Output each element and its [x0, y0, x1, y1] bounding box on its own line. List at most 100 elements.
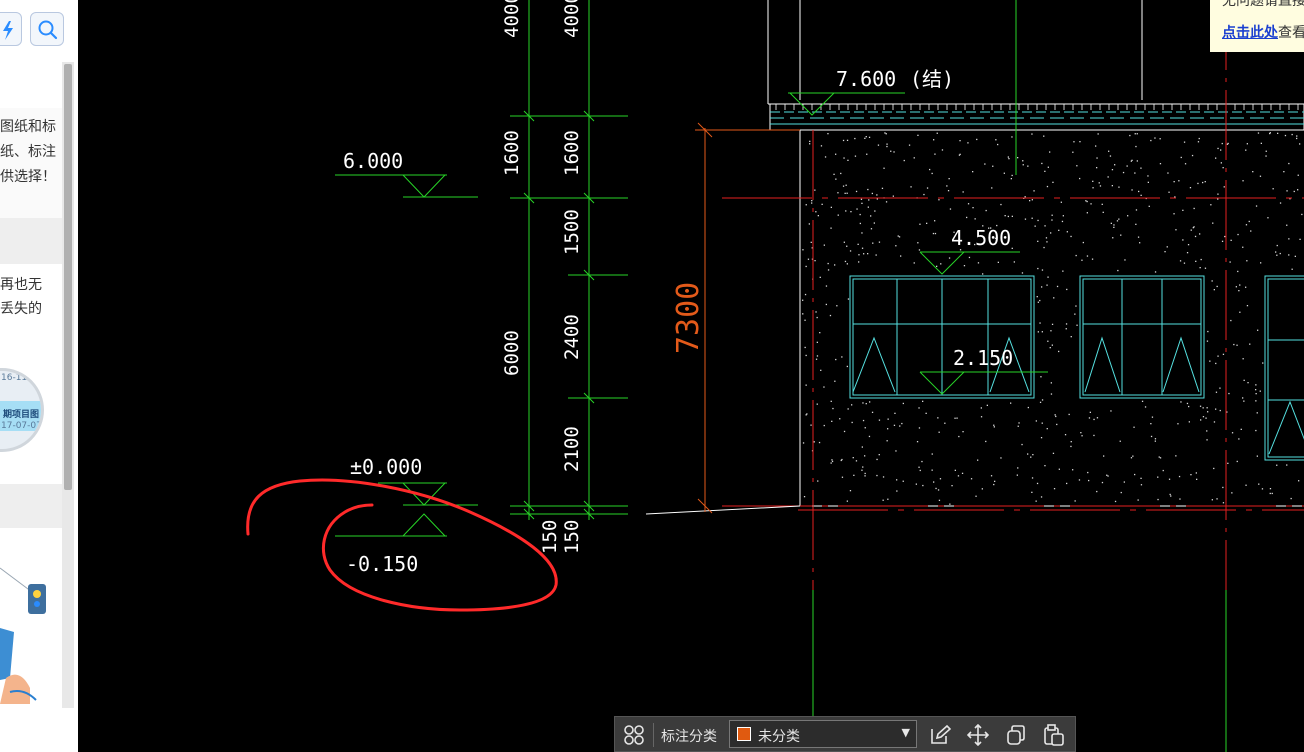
- notice-box: 无问题请直接 点击此处查看: [1210, 0, 1304, 52]
- hatch-dot: [1022, 160, 1024, 162]
- move-icon[interactable]: [967, 724, 989, 746]
- hatch-dot: [1024, 196, 1026, 198]
- hatch-dot: [850, 211, 852, 213]
- window-3: [1264, 275, 1304, 461]
- hatch-dot: [1041, 331, 1043, 333]
- hatch-dot: [944, 422, 946, 424]
- notice-link[interactable]: 点击此处: [1222, 25, 1278, 41]
- hatch-dot: [837, 192, 839, 194]
- hatch-dot: [1139, 242, 1141, 244]
- hatch-dot: [959, 153, 961, 155]
- search-button[interactable]: [30, 12, 64, 46]
- annotation-toolbar: 标注分类 未分类 ▼: [614, 716, 1076, 752]
- hatch-dot: [1092, 187, 1094, 189]
- hatch-dot: [1035, 500, 1037, 502]
- hatch-dot: [876, 194, 878, 196]
- refresh-button[interactable]: [0, 12, 22, 46]
- hatch-dot: [832, 407, 834, 410]
- dim-text: 1600: [501, 130, 523, 176]
- hatch-dot: [813, 441, 815, 443]
- dim-text: 4000: [561, 0, 583, 38]
- hatch-dot: [1243, 379, 1245, 381]
- hatch-dot: [938, 431, 940, 433]
- level-ground-text: ±0.000: [350, 455, 422, 479]
- hatch-dot: [1074, 500, 1076, 502]
- hatch-dot: [1228, 392, 1230, 395]
- hatch-dot: [820, 369, 822, 371]
- category-dropdown[interactable]: 未分类 ▼: [729, 720, 917, 748]
- hatch-dot: [1044, 465, 1046, 467]
- hatch-dot: [916, 441, 919, 443]
- hatch-dot: [1200, 258, 1202, 261]
- hatch-dot: [862, 466, 864, 468]
- hatch-dot: [1016, 474, 1018, 476]
- hatch-dot: [1032, 454, 1034, 456]
- hatch-dot: [1168, 191, 1170, 193]
- hatch-dot: [1275, 251, 1277, 253]
- edit-icon[interactable]: [929, 724, 951, 746]
- tip-text-line: 再也无: [0, 277, 42, 293]
- hatch-dot: [821, 203, 823, 205]
- level-4500-text: 4.500: [951, 226, 1011, 250]
- hatch-dot: [1039, 322, 1041, 324]
- hatch-dot: [1140, 484, 1143, 486]
- hatch-dot: [1049, 151, 1051, 153]
- hatch-dot: [993, 424, 995, 426]
- hatch-dot: [1205, 417, 1207, 419]
- tip-card-1[interactable]: 图纸和标 纸、标注 供选择！: [0, 108, 62, 218]
- hatch-dot: [1173, 213, 1175, 215]
- hatch-dot: [859, 213, 861, 216]
- hatch-dot: [993, 483, 995, 486]
- hatch-dot: [1183, 141, 1186, 143]
- hatch-dot: [1226, 143, 1229, 145]
- hatch-dot: [1296, 137, 1298, 140]
- hatch-dot: [876, 474, 878, 477]
- level-roof-note: (结): [910, 67, 954, 91]
- hatch-dot: [910, 186, 912, 188]
- hatch-dot: [1279, 252, 1281, 255]
- hatch-dot: [818, 441, 821, 444]
- hatch-dot: [1079, 177, 1081, 180]
- hatch-dot: [1259, 390, 1261, 392]
- hatch-dot: [814, 260, 816, 262]
- hatch-dot: [972, 171, 974, 173]
- tip-card-2[interactable]: 再也无 丢失的 16-11 期项目图 17-07-07: [0, 264, 62, 484]
- hatch-dot: [843, 241, 845, 243]
- hatch-dot: [991, 187, 993, 189]
- hatch-dot: [1255, 400, 1257, 402]
- hatch-dot: [890, 150, 892, 152]
- hatch-dot: [1298, 480, 1300, 482]
- hatch-dot: [1204, 267, 1207, 269]
- hatch-dot: [1136, 160, 1138, 162]
- hatch-dot: [819, 276, 821, 278]
- cad-drawing-canvas[interactable]: 7.600 (结) 6.000 4.500 2.150 ±0.000 -0.15…: [78, 0, 1304, 752]
- hatch-dot: [1124, 259, 1126, 261]
- paste-icon[interactable]: [1043, 724, 1065, 746]
- hatch-dot: [858, 261, 860, 263]
- hatch-dot: [894, 412, 896, 414]
- hatch-dot: [1070, 336, 1072, 338]
- hatch-dot: [1236, 344, 1238, 346]
- hatch-dot: [1222, 167, 1224, 169]
- hatch-dot: [1065, 328, 1067, 330]
- hatch-dot: [1158, 456, 1160, 458]
- hatch-dot: [1096, 157, 1098, 159]
- overall-dimension: [695, 122, 800, 514]
- copy-icon[interactable]: [1005, 724, 1027, 746]
- hatch-dot: [1034, 225, 1036, 227]
- hatch-dot: [885, 133, 887, 135]
- hatch-dot: [1237, 270, 1239, 273]
- hatch-dot: [1265, 150, 1267, 152]
- hatch-dot: [834, 380, 836, 382]
- hatch-dot: [1030, 456, 1032, 458]
- illustration-card[interactable]: [0, 528, 62, 708]
- hatch-dot: [1070, 445, 1072, 448]
- hatch-dot: [1040, 437, 1043, 439]
- grid-icon[interactable]: [623, 724, 645, 746]
- hatch-dot: [1027, 453, 1029, 455]
- hatch-dot: [1031, 217, 1033, 219]
- hatch-dot: [1182, 209, 1184, 211]
- hatch-dot: [976, 138, 978, 141]
- panel-scroll-thumb[interactable]: [64, 64, 72, 490]
- hatch-dot: [1157, 476, 1159, 478]
